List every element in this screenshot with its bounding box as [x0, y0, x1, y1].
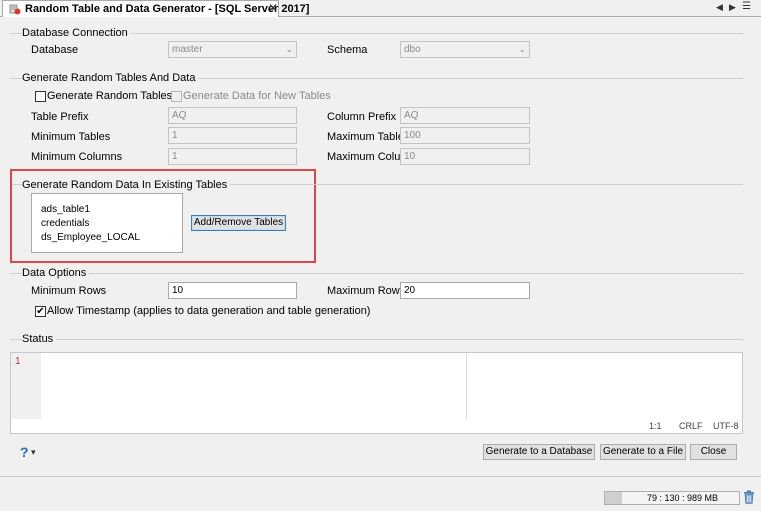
generate-to-file-button[interactable]: Generate to a File — [600, 444, 686, 460]
existing-tables-list[interactable]: ads_table1 credentials ds_Employee_LOCAL — [31, 193, 183, 253]
status-output[interactable]: 1 1:1 CRLF UTF-8 — [10, 352, 743, 434]
help-icon[interactable]: ? — [20, 444, 29, 460]
memory-usage-text: 79 : 130 : 989 MB — [647, 493, 719, 503]
group-divider — [10, 339, 743, 340]
status-group-label: Status — [22, 333, 57, 345]
tab-title: Random Table and Data Generator - [SQL S… — [25, 3, 310, 15]
max-rows-field[interactable]: 20 — [400, 282, 530, 299]
line-number: 1 — [15, 356, 21, 367]
group-divider — [10, 273, 743, 274]
help-dropdown-icon[interactable]: ▾ — [31, 447, 36, 458]
allow-timestamp-checkbox[interactable]: ✔ — [35, 306, 46, 317]
generate-data-new-tables-label[interactable]: Generate Data for New Tables — [183, 90, 331, 102]
database-connection-group-label: Database Connection — [22, 27, 131, 39]
schema-label: Schema — [327, 44, 368, 56]
min-rows-label: Minimum Rows — [31, 285, 107, 297]
column-prefix-field[interactable]: AQ — [400, 107, 530, 124]
add-remove-tables-button[interactable]: Add/Remove Tables — [191, 215, 286, 231]
max-tables-field[interactable]: 100 — [400, 127, 530, 144]
generate-to-database-button[interactable]: Generate to a Database — [483, 444, 595, 460]
schema-value: dbo — [404, 44, 421, 55]
chevron-down-icon: ⌄ — [518, 44, 526, 54]
encoding: UTF-8 — [713, 421, 739, 431]
max-tables-label: Maximum Tables — [327, 131, 410, 143]
editor-tab[interactable]: Random Table and Data Generator - [SQL S… — [2, 0, 309, 17]
generate-data-new-tables-checkbox[interactable] — [171, 91, 182, 102]
table-prefix-field[interactable]: AQ — [168, 107, 297, 124]
generate-random-tables-label[interactable]: Generate Random Tables — [47, 90, 172, 102]
max-columns-field[interactable]: 10 — [400, 148, 530, 165]
database-label: Database — [31, 44, 79, 56]
generator-panel: Database Connection Database master ⌄ Sc… — [0, 17, 761, 474]
schema-select[interactable]: dbo ⌄ — [400, 41, 530, 58]
generate-random-tables-checkbox[interactable] — [35, 91, 46, 102]
chevron-down-icon: ⌄ — [285, 44, 293, 54]
database-select[interactable]: master ⌄ — [168, 41, 297, 58]
list-item[interactable]: credentials — [41, 218, 89, 229]
min-tables-field[interactable]: 1 — [168, 127, 297, 144]
allow-timestamp-label[interactable]: Allow Timestamp (applies to data generat… — [47, 305, 370, 317]
data-options-group-label: Data Options — [22, 267, 90, 279]
memory-usage-fill — [605, 492, 622, 504]
cursor-position: 1:1 — [649, 421, 662, 431]
table-prefix-label: Table Prefix — [31, 111, 89, 123]
generator-tool-icon — [9, 4, 21, 15]
line-ending: CRLF — [679, 421, 703, 431]
garbage-collect-icon[interactable] — [743, 490, 755, 504]
min-tables-label: Minimum Tables — [31, 131, 111, 143]
tab-close-icon[interactable]: ✕ — [268, 1, 278, 15]
max-rows-label: Maximum Rows — [327, 285, 406, 297]
min-columns-field[interactable]: 1 — [168, 148, 297, 165]
existing-tables-group-label: Generate Random Data In Existing Tables — [22, 179, 231, 191]
scroll-tabs-right-icon[interactable]: ▶ — [729, 2, 736, 13]
status-info-bar: 1:1 CRLF UTF-8 — [11, 419, 742, 433]
close-button[interactable]: Close — [690, 444, 737, 460]
min-columns-label: Minimum Columns — [31, 151, 123, 163]
editor-divider — [466, 353, 467, 419]
list-item[interactable]: ads_table1 — [41, 204, 90, 215]
generate-tables-group-label: Generate Random Tables And Data — [22, 72, 199, 84]
column-prefix-label: Column Prefix — [327, 111, 397, 123]
min-rows-field[interactable]: 10 — [168, 282, 297, 299]
database-value: master — [172, 44, 203, 55]
memory-usage-bar[interactable]: 79 : 130 : 989 MB — [604, 491, 740, 505]
tab-list-menu-icon[interactable]: ☰ — [742, 1, 751, 12]
scroll-tabs-left-icon[interactable]: ◀ — [716, 2, 723, 13]
list-item[interactable]: ds_Employee_LOCAL — [41, 232, 140, 243]
